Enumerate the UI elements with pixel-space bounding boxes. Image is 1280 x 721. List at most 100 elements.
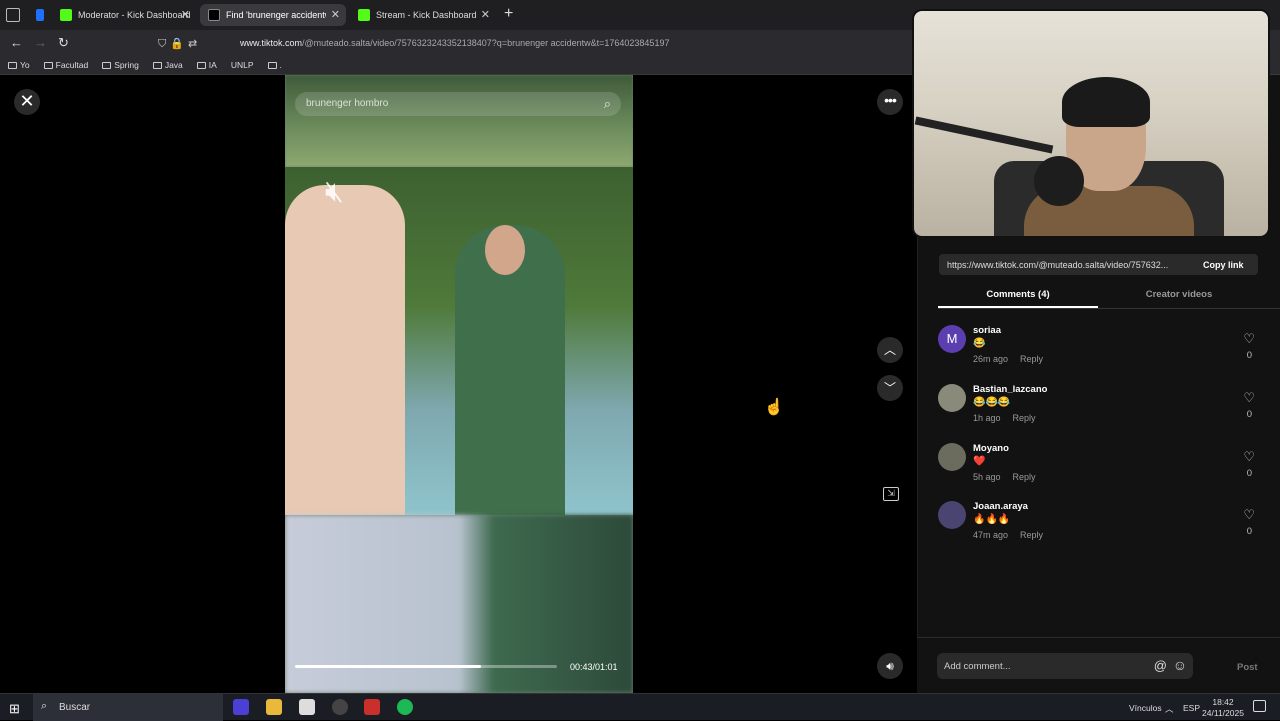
mention-icon[interactable]: @ [1154,658,1167,673]
bookmark-spring[interactable]: Spring [102,60,139,70]
video-frame-blur-top [285,75,633,167]
comment-username[interactable]: Joaan.araya [973,501,1028,512]
tab-tiktok[interactable]: Find 'brunenger accidentw' ✕ [200,4,346,26]
twitch-app-icon[interactable] [233,699,249,715]
tiktok-icon [208,9,220,21]
comment-text: ❤️ [973,456,986,467]
tray-links[interactable]: Vínculos [1129,703,1162,713]
like-heart-icon[interactable]: ♡ [1243,449,1255,465]
comment-composer: Add comment... @ ☺ Post [917,637,1280,693]
share-link-field[interactable]: https://www.tiktok.com/@muteado.salta/vi… [939,254,1194,275]
tab-divider [938,308,1280,309]
kick-icon [358,9,370,21]
more-options-icon[interactable]: ••• [877,89,903,115]
bookmark-java[interactable]: Java [152,60,183,70]
notifications-icon[interactable] [1253,700,1266,712]
webcam-microphone [1034,156,1084,206]
tab-kick-stream[interactable]: Stream - Kick Dashboard ✕ [350,4,496,26]
bookmark-facultad[interactable]: Facultad [43,60,88,70]
video-timecode: 00:43/01:01 [570,662,618,672]
video-progress-bar[interactable] [295,665,557,668]
comment-text: 😂 [973,338,986,349]
reply-button[interactable]: Reply [1013,413,1036,423]
avatar[interactable] [938,443,966,471]
video-search-input[interactable]: brunenger hombro ⌕ [295,92,621,116]
volume-icon[interactable]: 🔊︎ [877,653,903,679]
comment-input[interactable]: Add comment... @ ☺ [937,653,1193,679]
picture-in-picture-icon[interactable]: ⇲ [883,487,899,501]
tab-label: Stream - Kick Dashboard [376,10,477,20]
new-tab-icon[interactable]: + [504,5,513,23]
like-count: 0 [1246,468,1252,479]
like-count: 0 [1246,526,1252,537]
back-icon[interactable]: ← [10,35,23,50]
video-player[interactable]: brunenger hombro ⌕ 🔇︎ 00:43/01:01 [285,75,633,693]
obs-icon[interactable] [332,699,348,715]
tab-comments[interactable]: Comments (4) [938,289,1098,300]
like-heart-icon[interactable]: ♡ [1243,507,1255,523]
reply-button[interactable]: Reply [1020,354,1043,364]
system-clock[interactable]: 18:42 24/11/2025 [1200,697,1246,719]
tab-label: Find 'brunenger accidentw' [226,10,326,20]
taskbar-search[interactable]: ⌕ Buscar [33,694,223,721]
video-person [285,185,405,515]
like-heart-icon[interactable]: ♡ [1243,331,1255,347]
reply-button[interactable]: Reply [1013,472,1036,482]
file-explorer-icon[interactable] [266,699,282,715]
comment-item: Bastian_lazcano 😂😂😂 1h ago Reply ♡ 0 [938,384,1258,436]
comment-time: 5h ago [973,472,1001,482]
close-icon[interactable]: ✕ [14,89,40,115]
language-indicator[interactable]: ESP [1183,703,1200,713]
comment-item: Joaan.araya 🔥🔥🔥 47m ago Reply ♡ 0 [938,501,1258,553]
muted-speaker-icon: 🔇︎ [325,175,344,208]
pinned-tab[interactable] [28,4,50,26]
comment-username[interactable]: Moyano [973,443,1009,454]
emoji-icon[interactable]: ☺ [1173,657,1187,673]
close-tab-icon[interactable]: ✕ [481,8,490,21]
post-button[interactable]: Post [1237,662,1258,673]
video-viewer: ✕ ••• brunenger hombro ⌕ 🔇︎ 00:43/01:01 … [0,75,917,693]
like-count: 0 [1246,409,1252,420]
tray-chevron-up-icon[interactable]: ︿ [1165,703,1174,715]
forward-icon[interactable]: → [34,35,47,50]
like-heart-icon[interactable]: ♡ [1243,390,1255,406]
voicemeeter-icon[interactable] [364,699,380,715]
bookmark-yo[interactable]: Yo [8,60,30,70]
avatar[interactable]: M [938,325,966,353]
video-person-head [485,225,525,275]
comment-time: 47m ago [973,530,1009,540]
comment-item: M soriaa 😂 26m ago Reply ♡ 0 [938,325,1258,377]
spotify-icon[interactable] [397,699,413,715]
comment-username[interactable]: soriaa [973,325,1001,336]
tab-kick-moderator[interactable]: Moderator - Kick Dashboard ✕ [52,4,196,26]
avatar[interactable] [938,501,966,529]
next-video-chevron-down-icon[interactable]: ﹀ [877,375,903,401]
windows-start-icon[interactable]: ⊞ [9,701,20,717]
notepad-icon[interactable] [299,699,315,715]
reply-button[interactable]: Reply [1020,530,1043,540]
url-field[interactable]: www.tiktok.com/@muteado.salta/video/7576… [240,38,669,48]
taskbar: ⊞ ⌕ Buscar Vínculos ︿ ESP 18:42 24/11/20… [0,693,1280,721]
comment-username[interactable]: Bastian_lazcano [973,384,1047,395]
tab-menu-icon[interactable] [6,8,20,22]
app-icon [36,9,44,21]
previous-video-chevron-up-icon[interactable]: ︿ [877,337,903,363]
avatar[interactable] [938,384,966,412]
search-icon[interactable]: ⌕ [604,96,611,112]
tab-creator-videos[interactable]: Creator videos [1100,289,1258,300]
close-tab-icon[interactable]: ✕ [181,8,190,21]
webcam-overlay [912,9,1270,238]
close-tab-icon[interactable]: ✕ [331,8,340,21]
bookmark-ia[interactable]: IA [196,60,217,70]
kick-icon [60,9,72,21]
bookmark-folder[interactable]: . [267,60,282,70]
comment-time: 1h ago [973,413,1001,423]
reload-icon[interactable]: ↻ [58,35,69,51]
webcam-mic-arm [914,116,1054,154]
copy-link-button[interactable]: Copy link [1194,254,1258,275]
site-info-icons[interactable]: ⛉🔒⇄ [158,37,201,51]
search-icon: ⌕ [41,700,48,712]
hand-cursor-icon: ☝ [764,399,784,416]
bookmark-unlp[interactable]: UNLP [231,60,254,70]
comment-text: 🔥🔥🔥 [973,514,1011,525]
